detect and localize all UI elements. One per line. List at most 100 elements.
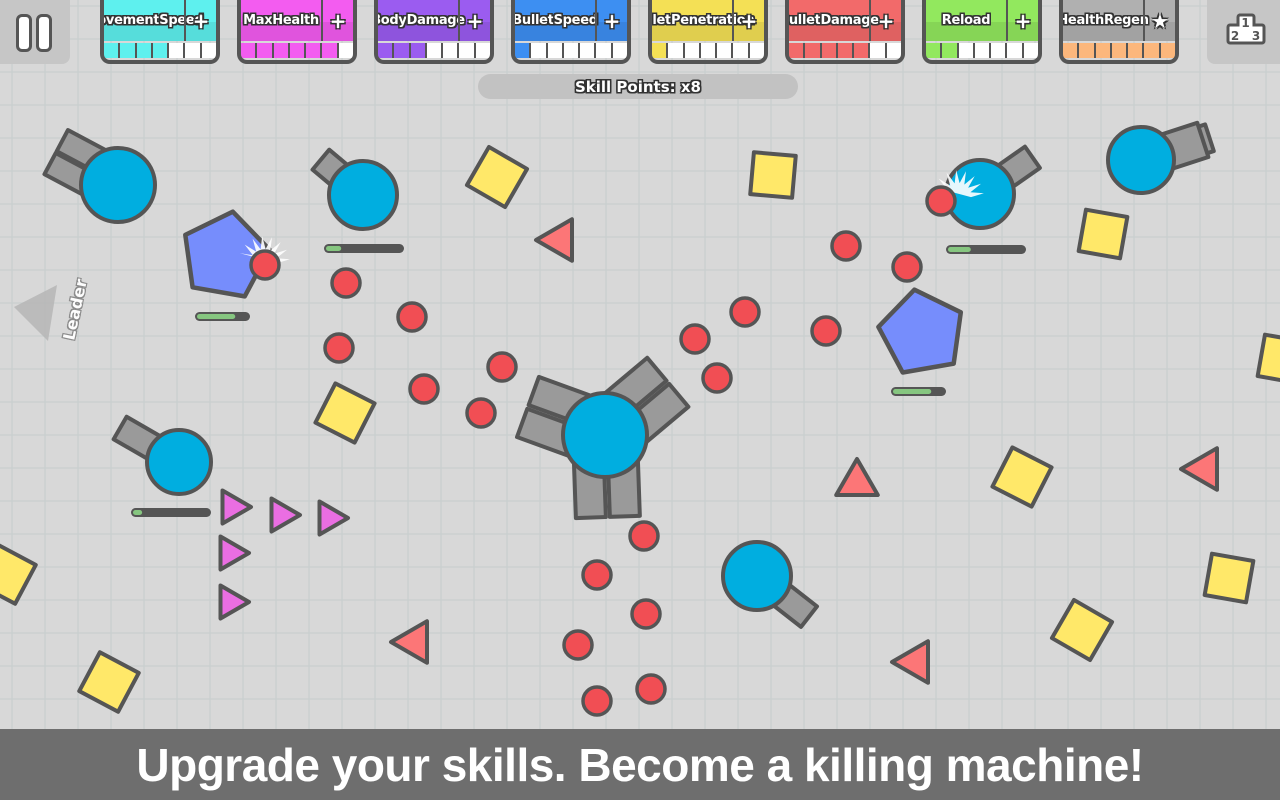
- drone-triangle: [317, 499, 350, 537]
- skill-pip: [1144, 43, 1159, 58]
- upgrade-plus-button[interactable]: +: [597, 0, 627, 41]
- skill-name: Reload: [926, 0, 1006, 41]
- skill-pip: [652, 43, 667, 58]
- skill-movement-speed[interactable]: MovementSpeed+: [100, 0, 220, 64]
- skill-name: Health Regen: [1063, 0, 1149, 41]
- skill-name-line: Regen: [1103, 13, 1149, 28]
- tank-player-quad: [515, 355, 691, 521]
- bullet: [249, 249, 281, 281]
- tank-basic-left: [111, 414, 213, 496]
- health-bar: [946, 245, 1026, 254]
- skill-pip: [854, 43, 869, 58]
- health-bar-fill: [893, 389, 932, 394]
- skill-level-pips: [789, 43, 901, 58]
- skill-bullet-speed[interactable]: Bullet Speed +: [511, 0, 631, 64]
- triangle-polygon: [389, 619, 429, 665]
- upgrade-plus-button[interactable]: +: [460, 0, 490, 41]
- skill-pip: [104, 43, 119, 58]
- skill-pip: [870, 43, 885, 58]
- pause-icon: [36, 14, 52, 52]
- tank-basic-top: [310, 147, 399, 231]
- skill-name-line: Damage: [406, 13, 466, 28]
- skill-name: Body Damage: [378, 0, 465, 41]
- podium-first: 1: [1241, 16, 1249, 30]
- skill-bullet-damage[interactable]: BulletDamage+: [785, 0, 905, 64]
- skill-pip: [378, 43, 393, 58]
- skill-name: Max Health: [241, 0, 321, 41]
- skill-name: MovementSpeed: [104, 0, 204, 41]
- skill-name-line: Reload: [941, 13, 991, 28]
- health-bar: [195, 312, 250, 321]
- skill-pip: [596, 43, 611, 58]
- drone-triangle: [220, 488, 253, 526]
- skill-pip: [152, 43, 168, 58]
- tank-body: [145, 428, 213, 496]
- upgrade-plus-button[interactable]: +: [734, 0, 764, 41]
- tank-sniper-right: [1106, 120, 1216, 195]
- skill-pip: [789, 43, 804, 58]
- skill-level-pips: [378, 43, 490, 58]
- skill-name-line: Movement: [104, 13, 160, 28]
- skill-reload[interactable]: Reload +: [922, 0, 1042, 64]
- maxed-star-icon[interactable]: ★: [1145, 0, 1175, 41]
- bullet: [729, 296, 761, 328]
- skill-pip: [136, 43, 151, 58]
- upgrade-plus-button[interactable]: +: [323, 0, 353, 41]
- bullet: [628, 520, 660, 552]
- skill-pip: [322, 43, 337, 58]
- skill-pip: [1079, 43, 1094, 58]
- skill-pip: [612, 43, 627, 58]
- pause-button[interactable]: [0, 0, 70, 64]
- skill-level-pips: [1063, 43, 1175, 58]
- skill-pip: [926, 43, 941, 58]
- square-polygon: [0, 542, 38, 606]
- skill-level-pips: [926, 43, 1038, 58]
- health-bar-fill: [197, 314, 236, 319]
- square-polygon: [313, 381, 377, 445]
- pause-icon: [16, 14, 32, 52]
- leaderboard-button[interactable]: 1 2 3: [1207, 0, 1280, 64]
- skill-pip: [1063, 43, 1078, 58]
- skill-pip: [273, 43, 288, 58]
- skill-pip: [749, 43, 764, 58]
- skill-pip: [974, 43, 990, 58]
- health-bar-fill: [133, 510, 143, 515]
- skill-max-health[interactable]: Max Health +: [237, 0, 357, 64]
- tank-body: [1106, 125, 1176, 195]
- skill-pip: [821, 43, 836, 58]
- skill-bullet-penetration[interactable]: BulletPenetration+: [648, 0, 768, 64]
- skill-pip: [1095, 43, 1110, 58]
- game-canvas[interactable]: [0, 0, 1280, 800]
- bullet: [810, 315, 842, 347]
- skill-pip: [717, 43, 732, 58]
- skill-name: BulletDamage: [789, 0, 879, 41]
- square-polygon: [1202, 551, 1256, 605]
- leader-arrow-icon: [14, 285, 57, 341]
- skill-pip: [733, 43, 748, 58]
- tank-twin-topleft: [42, 128, 157, 224]
- skill-pip: [531, 43, 546, 58]
- skill-name: BulletPenetration: [652, 0, 755, 41]
- bullet: [891, 251, 923, 283]
- upgrade-plus-button[interactable]: +: [871, 0, 901, 41]
- skill-pip: [426, 43, 442, 58]
- skill-name-line: Bullet: [648, 13, 671, 28]
- square-polygon: [748, 150, 798, 200]
- skill-pip: [201, 43, 216, 58]
- skill-health-regen[interactable]: Health Regen ★: [1059, 0, 1179, 64]
- skill-pip: [306, 43, 321, 58]
- tank-body: [327, 159, 399, 231]
- upgrade-plus-button[interactable]: +: [186, 0, 216, 41]
- podium-third: 3: [1252, 29, 1260, 43]
- skill-pip: [515, 43, 530, 58]
- podium-icon: 1 2 3: [1226, 13, 1266, 45]
- skill-pip: [1023, 43, 1038, 58]
- bullet: [830, 230, 862, 262]
- skill-body-damage[interactable]: Body Damage +: [374, 0, 494, 64]
- skill-pip: [805, 43, 820, 58]
- skill-level-pips: [104, 43, 216, 58]
- upgrade-plus-button[interactable]: +: [1008, 0, 1038, 41]
- bullet: [396, 301, 428, 333]
- skill-level-pips: [241, 43, 353, 58]
- skill-pip: [241, 43, 256, 58]
